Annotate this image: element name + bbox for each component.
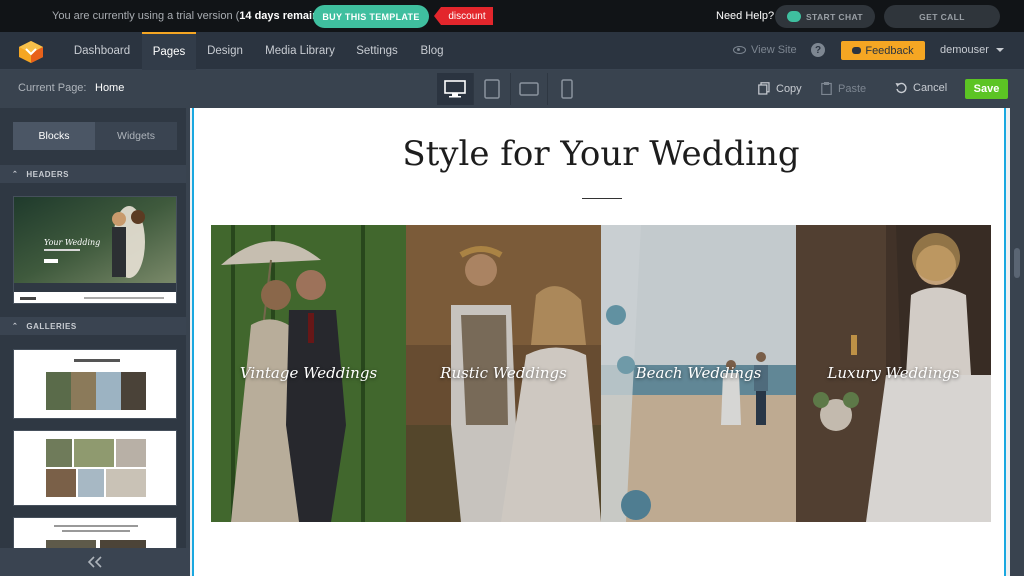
current-page-value[interactable]: Home [95, 82, 124, 94]
feedback-button[interactable]: Feedback [841, 41, 925, 60]
help-icon[interactable]: ? [811, 43, 825, 57]
wedding-gallery[interactable]: Vintage Weddings Rustic Weddings Beach W… [211, 225, 991, 522]
username: demouser [940, 44, 989, 56]
cancel-label: Cancel [913, 82, 948, 94]
gallery-grid-preview-image [14, 431, 176, 505]
gallery-label-vintage: Vintage Weddings [239, 364, 378, 382]
trial-message: You are currently using a trial version … [52, 10, 342, 22]
collapse-sidebar-button[interactable] [0, 548, 190, 576]
desktop-view-button[interactable] [437, 73, 474, 105]
page-builder: You are currently using a trial version … [0, 0, 1024, 576]
view-site-link[interactable]: View Site [733, 44, 797, 56]
tablet-portrait-button[interactable] [474, 73, 511, 105]
need-help-label: Need Help? [716, 10, 775, 22]
section-headers[interactable]: ⌃ HEADERS [0, 165, 190, 183]
page-title[interactable]: Style for Your Wedding [194, 134, 1008, 174]
eye-icon [733, 46, 746, 54]
nav-dashboard[interactable]: Dashboard [64, 32, 140, 70]
trial-prefix: You are currently using a trial version … [52, 10, 240, 22]
gallery-preview-image [14, 350, 176, 418]
mobile-icon [560, 79, 573, 99]
tablet-landscape-button[interactable] [511, 73, 548, 105]
tab-blocks[interactable]: Blocks [13, 122, 95, 150]
nav-blog[interactable]: Blog [410, 32, 454, 70]
tab-widgets[interactable]: Widgets [95, 122, 177, 150]
paste-label: Paste [838, 82, 867, 95]
chat-bubble-icon [786, 11, 801, 22]
gallery-item-beach[interactable]: Beach Weddings [601, 225, 796, 522]
nav-settings[interactable]: Settings [348, 32, 406, 70]
app-logo-icon[interactable] [17, 39, 45, 65]
comment-icon [852, 47, 862, 54]
editor-toolbar: Current Page: Home Copy Paste Cancel Sav… [0, 70, 1024, 108]
gallery-label-beach: Beach Weddings [635, 364, 762, 382]
scrollbar-thumb[interactable] [1014, 248, 1020, 278]
mobile-view-button[interactable] [548, 73, 585, 105]
sidebar-tabs: Blocks Widgets [13, 122, 177, 150]
device-switcher [437, 73, 585, 105]
gallery-item-vintage[interactable]: Vintage Weddings [211, 225, 406, 522]
start-chat-button[interactable]: START CHAT [775, 5, 875, 28]
main-nav: Dashboard Pages Design Media Library Set… [0, 32, 1024, 70]
user-menu[interactable]: demouser [940, 44, 1004, 56]
section-galleries-label: GALLERIES [26, 321, 77, 331]
buy-template-button[interactable]: BUY THIS TEMPLATE [313, 5, 429, 28]
gallery-item-rustic[interactable]: Rustic Weddings [406, 225, 601, 522]
chevron-up-icon: ⌃ [12, 323, 19, 330]
tablet-icon [484, 79, 500, 99]
gallery-block-thumbnail-1[interactable] [13, 349, 177, 419]
chevron-up-icon: ⌃ [12, 171, 19, 178]
editor-canvas-area: Style for Your Wedding Vintage Weddings … [190, 108, 1010, 576]
page-canvas[interactable]: Style for Your Wedding Vintage Weddings … [192, 108, 1006, 576]
section-galleries[interactable]: ⌃ GALLERIES [0, 317, 190, 335]
header-block-thumbnail[interactable]: Your Wedding [13, 196, 177, 304]
desktop-icon [444, 80, 466, 98]
nav-design[interactable]: Design [198, 32, 252, 70]
double-chevron-left-icon [87, 556, 102, 568]
undo-icon [895, 82, 907, 94]
blocks-sidebar: Blocks Widgets ⌃ HEADERS Your Wedding ⌃ … [0, 108, 190, 576]
gallery-label-rustic: Rustic Weddings [440, 364, 567, 382]
header-preview-image: Your Wedding [14, 197, 176, 303]
start-chat-label: START CHAT [805, 11, 864, 22]
gallery-block-thumbnail-2[interactable] [13, 430, 177, 506]
trial-bar: You are currently using a trial version … [0, 0, 1024, 32]
gallery-label-luxury: Luxury Weddings [827, 364, 960, 382]
paste-icon [821, 82, 832, 95]
current-page-label: Current Page: [18, 82, 87, 94]
title-divider [582, 198, 622, 199]
copy-button[interactable]: Copy [758, 82, 802, 95]
section-headers-label: HEADERS [26, 169, 69, 179]
paste-button[interactable]: Paste [821, 82, 866, 95]
svg-text:Your Wedding: Your Wedding [44, 238, 100, 247]
canvas-scrollbar[interactable] [1010, 108, 1024, 576]
save-button[interactable]: Save [965, 79, 1008, 99]
copy-icon [758, 82, 770, 95]
tablet-landscape-icon [519, 82, 539, 96]
feedback-label: Feedback [865, 44, 914, 57]
discount-badge[interactable]: discount [434, 7, 493, 25]
nav-media-library[interactable]: Media Library [256, 32, 344, 70]
gallery-item-luxury[interactable]: Luxury Weddings [796, 225, 991, 522]
nav-pages[interactable]: Pages [142, 32, 196, 70]
get-call-button[interactable]: GET CALL [884, 5, 1000, 28]
chevron-down-icon [995, 48, 1004, 52]
cancel-button[interactable]: Cancel [895, 82, 947, 94]
copy-label: Copy [776, 82, 802, 95]
view-site-label: View Site [751, 44, 797, 56]
